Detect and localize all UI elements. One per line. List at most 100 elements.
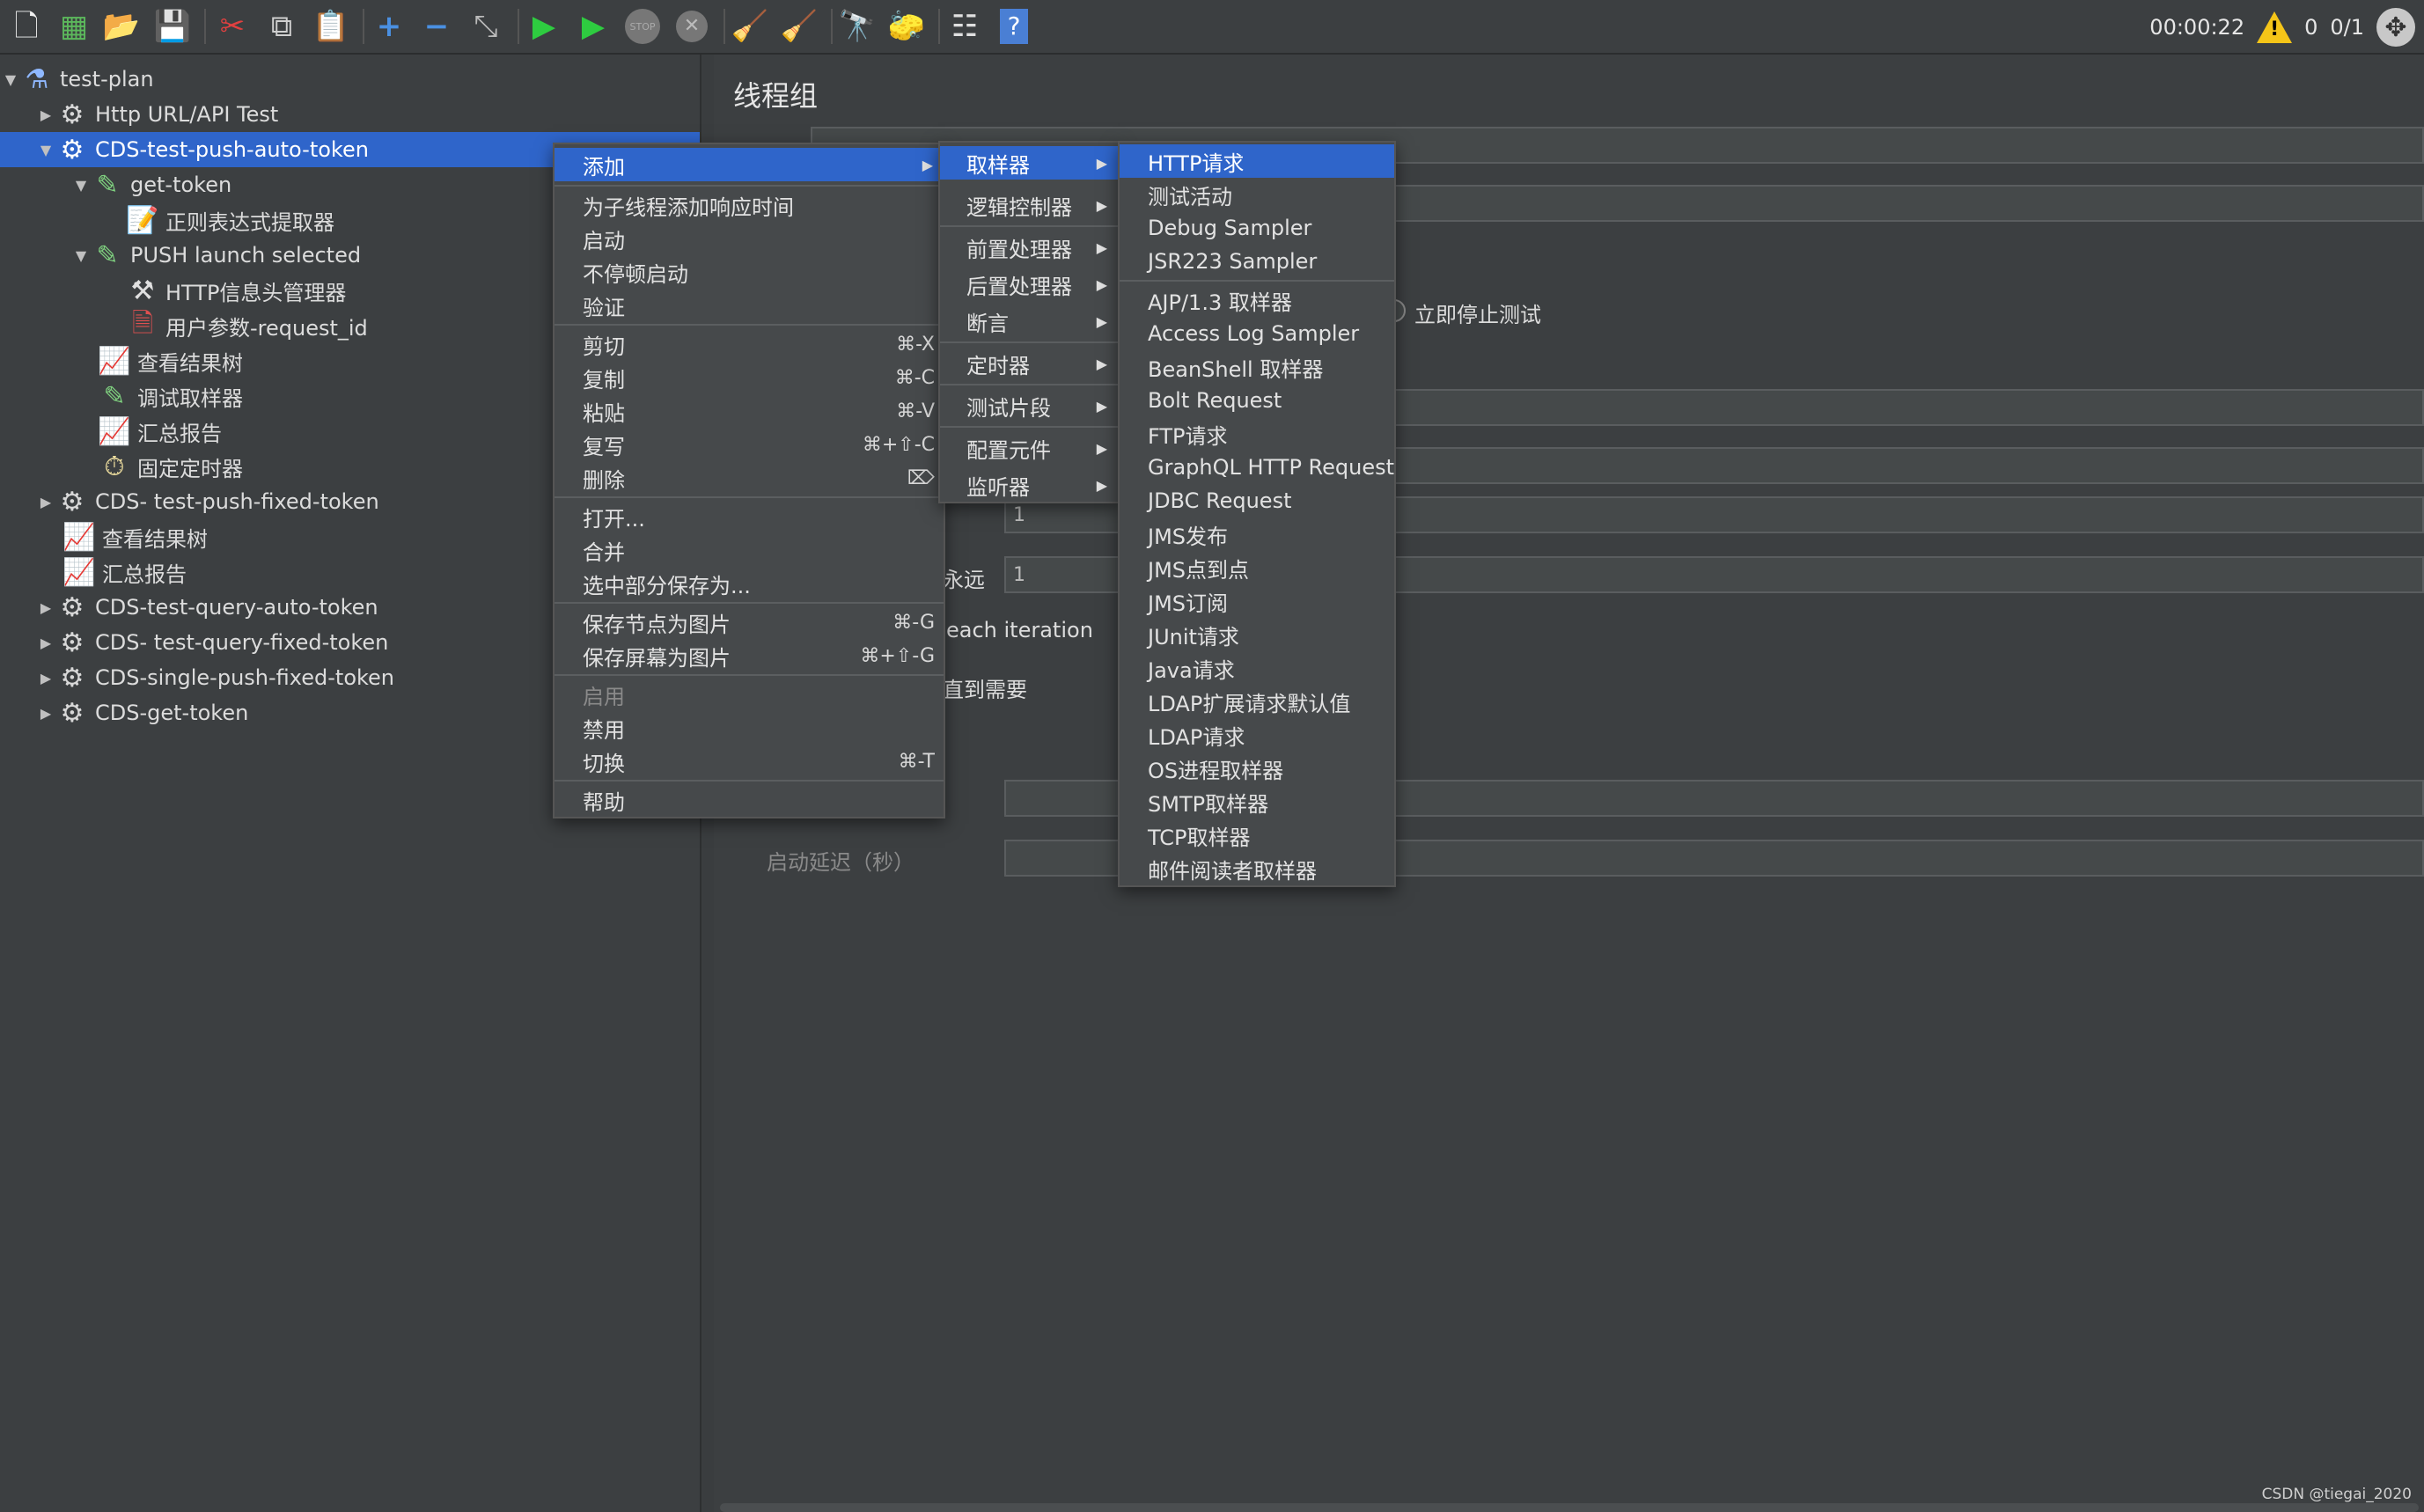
- menu-item-validate[interactable]: 验证: [555, 289, 944, 322]
- menu-item-access-log-sampler[interactable]: Access Log Sampler: [1120, 317, 1394, 350]
- paste-icon[interactable]: 📋: [312, 7, 350, 46]
- clear-all-icon[interactable]: 🧹: [780, 7, 819, 46]
- menu-item-add[interactable]: 添加 ▶: [555, 148, 944, 181]
- menu-item-save-screen-image[interactable]: 保存屏幕为图片 ⌘+⇧-G: [555, 639, 944, 672]
- warning-icon[interactable]: !: [2257, 11, 2293, 43]
- shutdown-icon[interactable]: ✕: [672, 7, 711, 46]
- expanded-arrow-icon[interactable]: ▼: [70, 247, 92, 264]
- tree-node-thread-group[interactable]: ▶ ⚙ Http URL/API Test: [35, 97, 700, 132]
- tree-node-label: CDS-get-token: [95, 701, 249, 725]
- start-no-pause-icon[interactable]: ▶: [574, 7, 613, 46]
- menu-item-beanshell-sampler[interactable]: BeanShell 取样器: [1120, 350, 1394, 384]
- menu-separator: [555, 324, 944, 326]
- menu-item-start[interactable]: 启动: [555, 222, 944, 255]
- menu-item-disable[interactable]: 禁用: [555, 711, 944, 745]
- collapse-icon[interactable]: −: [417, 7, 456, 46]
- menu-item-help[interactable]: 帮助: [555, 783, 944, 817]
- horizontal-scrollbar[interactable]: [720, 1503, 2419, 1512]
- collapsed-arrow-icon[interactable]: ▶: [35, 635, 56, 651]
- menu-item-smtp-sampler[interactable]: SMTP取样器: [1120, 785, 1394, 818]
- collapsed-arrow-icon[interactable]: ▶: [35, 494, 56, 510]
- expanded-arrow-icon[interactable]: ▼: [35, 142, 56, 158]
- clear-icon[interactable]: 🧹: [731, 7, 769, 46]
- menu-item-ldap-request[interactable]: LDAP请求: [1120, 718, 1394, 752]
- collapsed-arrow-icon[interactable]: ▶: [35, 599, 56, 616]
- menu-item-graphql-request[interactable]: GraphQL HTTP Request: [1120, 451, 1394, 484]
- stop-icon[interactable]: STOP: [623, 7, 662, 46]
- expand-icon[interactable]: +: [370, 7, 408, 46]
- open-icon[interactable]: 📂: [102, 7, 141, 46]
- menu-item-tcp-sampler[interactable]: TCP取样器: [1120, 818, 1394, 852]
- expanded-arrow-icon[interactable]: ▼: [0, 71, 21, 88]
- toolbar-separator: [363, 9, 364, 44]
- submenu-arrow-icon: ▶: [1096, 476, 1107, 494]
- menu-item-listener[interactable]: 监听器 ▶: [940, 468, 1118, 502]
- expanded-arrow-icon[interactable]: ▼: [70, 177, 92, 194]
- menu-item-copy[interactable]: 复制 ⌘-C: [555, 361, 944, 394]
- menu-item-paste[interactable]: 粘贴 ⌘-V: [555, 394, 944, 428]
- menu-item-jms-point-to-point[interactable]: JMS点到点: [1120, 551, 1394, 584]
- templates-icon[interactable]: ▦: [55, 7, 93, 46]
- tree-node-label: 查看结果树: [137, 350, 243, 376]
- menu-item-assertion[interactable]: 断言 ▶: [940, 305, 1118, 338]
- menu-item-jdbc-request[interactable]: JDBC Request: [1120, 484, 1394, 517]
- menu-item-debug-sampler[interactable]: Debug Sampler: [1120, 211, 1394, 245]
- status-area: 00:00:22 ! 0 0/1 ✥: [2149, 0, 2424, 55]
- menu-item-open[interactable]: 打开...: [555, 500, 944, 533]
- tree-node-label: CDS- test-push-fixed-token: [95, 489, 379, 514]
- help-icon[interactable]: ?: [995, 7, 1033, 46]
- menu-item-add-response-time[interactable]: 为子线程添加响应时间: [555, 188, 944, 222]
- search-icon[interactable]: 🔭: [838, 7, 877, 46]
- menu-item-test-action[interactable]: 测试活动: [1120, 178, 1394, 211]
- copy-icon[interactable]: ⧉: [262, 7, 301, 46]
- menu-item-jsr223-sampler[interactable]: JSR223 Sampler: [1120, 245, 1394, 278]
- menu-item-save-node-image[interactable]: 保存节点为图片 ⌘-G: [555, 606, 944, 639]
- listener-icon: 📈: [98, 415, 131, 447]
- menu-item-save-selection[interactable]: 选中部分保存为...: [555, 567, 944, 600]
- start-icon[interactable]: ▶: [525, 7, 563, 46]
- menu-item-jms-publisher[interactable]: JMS发布: [1120, 517, 1394, 551]
- new-icon[interactable]: 🗋: [7, 7, 46, 46]
- submenu-arrow-icon: ▶: [1096, 239, 1107, 256]
- menu-item-sampler[interactable]: 取样器 ▶: [940, 146, 1118, 180]
- menu-item-logic-controller[interactable]: 逻辑控制器 ▶: [940, 188, 1118, 222]
- menu-item-pre-processor[interactable]: 前置处理器 ▶: [940, 231, 1118, 264]
- tree-node-test-plan[interactable]: ▼ ⚗ test-plan: [0, 62, 700, 97]
- cut-icon[interactable]: ✂: [213, 7, 252, 46]
- menu-item-http-request[interactable]: HTTP请求: [1120, 144, 1394, 178]
- menu-item-ldap-extended-request[interactable]: LDAP扩展请求默认值: [1120, 685, 1394, 718]
- menu-item-delete[interactable]: 删除 ⌦: [555, 461, 944, 495]
- remote-icon[interactable]: ✥: [2376, 8, 2415, 47]
- menu-item-ajp-sampler[interactable]: AJP/1.3 取样器: [1120, 283, 1394, 317]
- submenu-arrow-icon: ▶: [1096, 397, 1107, 415]
- menu-item-timer[interactable]: 定时器 ▶: [940, 347, 1118, 380]
- collapsed-arrow-icon[interactable]: ▶: [35, 106, 56, 123]
- menu-item-start-no-pause[interactable]: 不停顿启动: [555, 255, 944, 289]
- menu-item-merge[interactable]: 合并: [555, 533, 944, 567]
- toggle-icon[interactable]: ⤡: [466, 7, 505, 46]
- menu-item-cut[interactable]: 剪切 ⌘-X: [555, 327, 944, 361]
- menu-item-duplicate[interactable]: 复写 ⌘+⇧-C: [555, 428, 944, 461]
- toolbar-separator: [938, 9, 940, 44]
- menu-item-ftp-request[interactable]: FTP请求: [1120, 417, 1394, 451]
- menu-item-config-element[interactable]: 配置元件 ▶: [940, 431, 1118, 465]
- toolbar-separator: [518, 9, 519, 44]
- collapsed-arrow-icon[interactable]: ▶: [35, 705, 56, 722]
- extractor-icon: 📝: [126, 204, 159, 236]
- menu-item-java-request[interactable]: Java请求: [1120, 651, 1394, 685]
- collapsed-arrow-icon[interactable]: ▶: [35, 670, 56, 686]
- menu-item-toggle[interactable]: 切换 ⌘-T: [555, 745, 944, 778]
- submenu-arrow-icon: ▶: [1096, 355, 1107, 372]
- submenu-arrow-icon: ▶: [1096, 312, 1107, 330]
- menu-item-bolt-request[interactable]: Bolt Request: [1120, 384, 1394, 417]
- menu-item-mail-reader-sampler[interactable]: 邮件阅读者取样器: [1120, 852, 1394, 885]
- function-helper-icon[interactable]: ☷: [945, 7, 984, 46]
- menu-item-jms-subscriber[interactable]: JMS订阅: [1120, 584, 1394, 618]
- menu-item-test-fragment[interactable]: 测试片段 ▶: [940, 389, 1118, 422]
- menu-item-os-process-sampler[interactable]: OS进程取样器: [1120, 752, 1394, 785]
- reset-search-icon[interactable]: 🧽: [887, 7, 926, 46]
- menu-item-post-processor[interactable]: 后置处理器 ▶: [940, 268, 1118, 301]
- save-icon[interactable]: 💾: [153, 7, 192, 46]
- sampler-icon: ✎: [96, 239, 119, 271]
- menu-item-junit-request[interactable]: JUnit请求: [1120, 618, 1394, 651]
